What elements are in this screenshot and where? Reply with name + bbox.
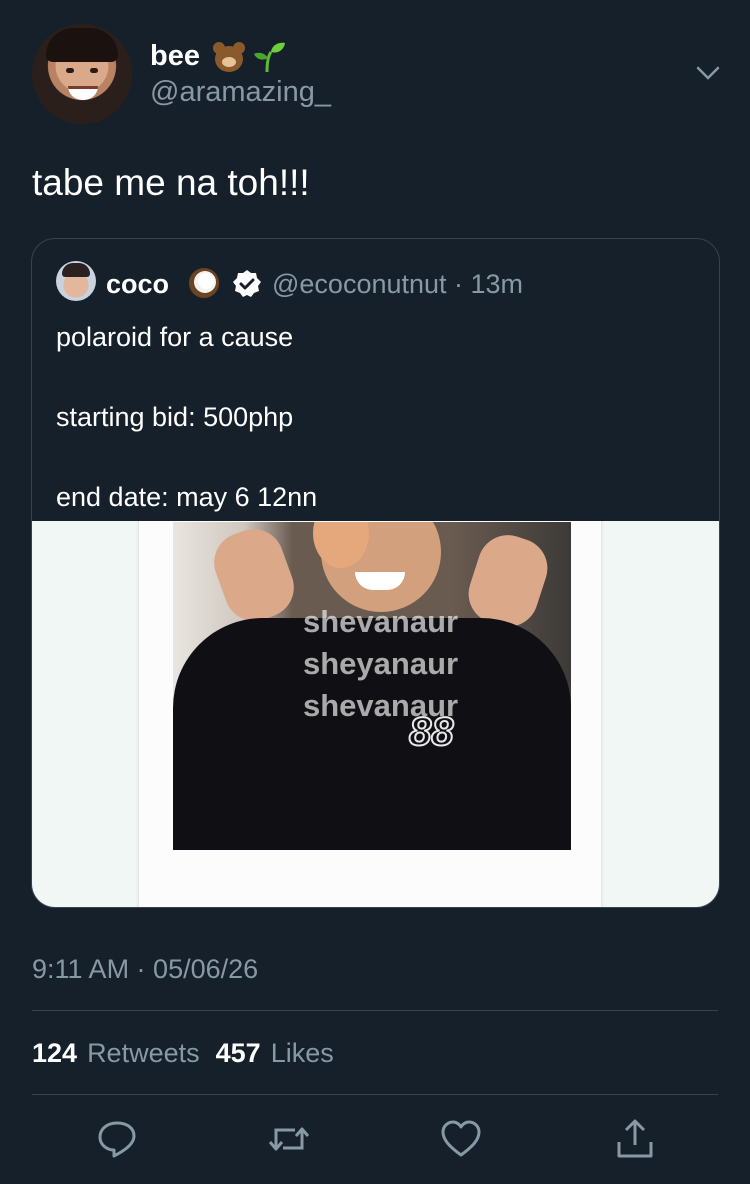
reply-icon[interactable] [96, 1118, 138, 1160]
quoted-line-2: starting bid: 500php [56, 402, 294, 432]
tweet-detail-page: bee @aramazing_ tabe me na toh!!! coco @… [0, 0, 750, 1184]
bear-face-icon [212, 41, 246, 73]
likes-count[interactable]: 457 [216, 1038, 261, 1069]
peace-sign-hand-left [205, 522, 303, 630]
chevron-down-icon[interactable] [694, 62, 722, 86]
tweet-text: tabe me na toh!!! [32, 162, 310, 203]
quoted-tweet-card[interactable]: coco @ecoconutnut · 13m polaroid for a c… [31, 238, 720, 908]
watermark-2: sheyanaur [303, 646, 459, 681]
quoted-tweet-photo[interactable]: shevanaur sheyanaur shevanaur 88 [32, 521, 719, 907]
jersey-number: 88 [408, 709, 454, 755]
author-handle[interactable]: @aramazing_ [150, 76, 331, 109]
quoted-tweet-text: polaroid for a cause starting bid: 500ph… [56, 317, 317, 517]
quoted-avatar-hair [62, 263, 90, 277]
engagement-stats: 124 Retweets 457 Likes [32, 1038, 350, 1069]
like-icon[interactable] [440, 1118, 482, 1160]
quoted-author-display-name: coco [106, 269, 170, 299]
avatar-hair [46, 28, 118, 62]
avatar-mouth [68, 86, 98, 100]
seedling-icon [254, 42, 285, 73]
polaroid-picture: shevanaur sheyanaur shevanaur 88 [173, 522, 571, 850]
quoted-line-3: end date: may 6 12nn [56, 482, 318, 512]
retweets-label[interactable]: Retweets [87, 1038, 200, 1069]
quoted-line-1: polaroid for a cause [56, 322, 294, 352]
retweets-count[interactable]: 124 [32, 1038, 77, 1069]
tweet-timestamp[interactable]: 9:11 AM · 05/06/26 [32, 954, 258, 985]
bear-snout [222, 57, 236, 67]
likes-label[interactable]: Likes [271, 1038, 334, 1069]
divider-bottom [32, 1094, 718, 1095]
author-display-name[interactable]: bee [150, 40, 200, 73]
retweet-icon[interactable] [268, 1118, 310, 1160]
author-name-emojis [212, 40, 286, 74]
quoted-author-avatar[interactable] [56, 261, 96, 301]
polaroid-frame: shevanaur sheyanaur shevanaur 88 [138, 521, 602, 907]
author-avatar[interactable] [32, 24, 132, 124]
avatar-eye-left [66, 68, 74, 73]
quoted-author-handle-time: @ecoconutnut · 13m [272, 269, 524, 299]
avatar-eye-right [90, 68, 98, 73]
watermark-1: shevanaur [303, 604, 459, 639]
coconut-icon [189, 268, 219, 298]
divider-top [32, 1010, 718, 1011]
verified-badge-icon [233, 270, 261, 297]
share-icon[interactable] [614, 1118, 656, 1160]
